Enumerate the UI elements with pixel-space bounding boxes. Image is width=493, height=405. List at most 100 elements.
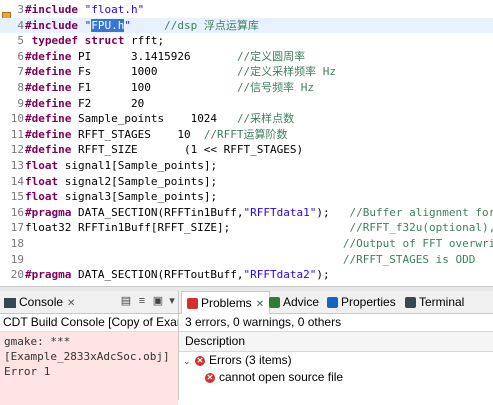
code-token: float: [25, 174, 59, 188]
code-text: float signal1[Sample_points];: [25, 158, 217, 173]
tab-properties[interactable]: Properties: [327, 291, 396, 313]
problems-panel: Problems ✕ Advice Properties Terminal 3 e…: [179, 291, 493, 400]
problems-icon: [187, 298, 198, 310]
code-token: signal1[Sample_points];: [58, 159, 218, 172]
collapse-icon[interactable]: ⌄: [183, 353, 193, 370]
errors-group-row[interactable]: ⌄ ✕ Errors (3 items): [179, 352, 493, 369]
console-tab-label: Console: [19, 295, 64, 309]
console-panel: Console ✕ ▤ ≡ ▣ ▾ CDT Build Console [Copy…: [0, 291, 179, 405]
code-text: //RFFT_STAGES is ODD: [25, 252, 475, 267]
pin-console-icon[interactable]: ▣: [152, 295, 164, 307]
error-icon: ✕: [195, 355, 205, 366]
line-number: 3: [17, 3, 24, 16]
code-token: //RFFT运算阶数: [203, 127, 288, 141]
tab-problems[interactable]: Problems ✕: [181, 291, 271, 314]
code-line[interactable]: 17float32 RFFTin1Buff[RFFT_SIZE]; //RFFT…: [0, 220, 493, 235]
tab-terminal[interactable]: Terminal: [405, 291, 464, 313]
code-token: float: [25, 190, 59, 204]
clear-console-icon[interactable]: ▤: [120, 295, 132, 307]
code-text: #include "FPU.h" //dsp 浮点运算库: [25, 18, 259, 33]
code-line[interactable]: 5 typedef struct rfft;: [0, 33, 493, 48]
code-line[interactable]: 20#pragma DATA_SECTION(RFFToutBuff,"RFFT…: [0, 267, 493, 282]
code-token: float: [25, 159, 59, 172]
code-text: #define RFFT_STAGES 10 //RFFT运算阶数: [25, 127, 288, 142]
line-number: 11: [10, 127, 24, 141]
code-line[interactable]: 9#define F2 20: [0, 96, 493, 111]
code-line[interactable]: 18 //Output of FFT overwrites input i: [0, 236, 493, 251]
code-token: "RFFTdata2": [243, 268, 317, 282]
code-line[interactable]: 4#include "FPU.h" //dsp 浮点运算库: [0, 17, 493, 33]
code-token: //Buffer alignment for the input a: [349, 205, 493, 219]
tab-advice[interactable]: Advice: [269, 291, 319, 313]
code-token: //RFFT_STAGES is ODD: [342, 252, 476, 266]
code-token: RFFT_SIZE (1 << RFFT_STAGES): [71, 143, 304, 157]
code-token: rfft;: [124, 34, 165, 48]
tab-label: Advice: [283, 295, 320, 309]
code-token: //Output of FFT overwrites input i: [342, 237, 493, 250]
code-text: float signal3[Sample_points];: [25, 189, 217, 204]
scroll-lock-icon[interactable]: ≡: [136, 295, 148, 307]
close-icon[interactable]: ✕: [67, 298, 75, 309]
code-text: #pragma DATA_SECTION(RFFToutBuff,"RFFTda…: [25, 267, 330, 282]
code-editor[interactable]: 3#include "float.h" 4#include "FPU.h" //d…: [0, 0, 493, 286]
line-number: 5: [17, 34, 24, 48]
code-line[interactable]: 11#define RFFT_STAGES 10 //RFFT运算阶数: [0, 127, 493, 142]
code-line[interactable]: 16#pragma DATA_SECTION(RFFTin1Buff,"RFFT…: [0, 205, 493, 220]
code-token: //定义采样频率 Hz: [236, 65, 337, 79]
code-token: Sample_points 1024: [71, 112, 237, 126]
code-line[interactable]: 14float signal2[Sample_points];: [0, 174, 493, 189]
code-text: #define F1 100 //信号频率 Hz: [25, 80, 314, 95]
code-token: //采样点数: [236, 112, 295, 126]
code-token: float32 RFFTin1Buff[RFFT_SIZE];: [25, 221, 350, 235]
console-line: [Example_2833xAdcSoc.obj]: [4, 350, 170, 363]
display-console-icon[interactable]: ▾: [166, 295, 178, 307]
code-line[interactable]: 19 //RFFT_STAGES is ODD: [0, 252, 493, 267]
code-text: #define RFFT_SIZE (1 << RFFT_STAGES): [25, 142, 303, 157]
code-line[interactable]: 6#define PI 3.1415926 //定义圆周率: [0, 49, 493, 64]
line-number: 9: [17, 96, 24, 110]
problems-summary: 3 errors, 0 warnings, 0 others: [185, 315, 342, 329]
console-tab-bar: Console ✕ ▤ ≡ ▣ ▾: [0, 291, 178, 314]
code-text: #pragma DATA_SECTION(RFFTin1Buff,"RFFTda…: [25, 205, 493, 220]
code-token: signal2[Sample_points];: [58, 174, 218, 188]
description-column-header[interactable]: Description: [179, 331, 493, 352]
code-line[interactable]: 13float signal1[Sample_points];: [0, 158, 493, 173]
code-text: #define PI 3.1415926 //定义圆周率: [25, 49, 305, 64]
code-line[interactable]: 15float signal3[Sample_points];: [0, 189, 493, 204]
code-token: #pragma: [25, 268, 72, 282]
code-text: float32 RFFTin1Buff[RFFT_SIZE]; //RFFT_f…: [25, 220, 493, 235]
code-token: DATA_SECTION(RFFTin1Buff,: [71, 205, 244, 219]
code-line[interactable]: 10#define Sample_points 1024 //采样点数: [0, 111, 493, 126]
code-token: #define: [25, 96, 72, 110]
code-token: #define: [25, 81, 72, 94]
code-line[interactable]: 3#include "float.h": [0, 2, 493, 17]
advice-icon: [269, 297, 280, 309]
error-item-row[interactable]: ✕ cannot open source file: [179, 369, 493, 386]
line-number: 15: [10, 190, 24, 204]
code-token: #include: [25, 3, 78, 16]
console-output[interactable]: gmake: *** [Example_2833xAdcSoc.obj] Error…: [0, 332, 178, 405]
code-token: struct: [84, 34, 125, 48]
code-text: #define F2 20: [25, 96, 144, 111]
code-line[interactable]: 8#define F1 100 //信号频率 Hz: [0, 80, 493, 95]
code-token: //信号频率 Hz: [236, 81, 315, 94]
line-number: 10: [10, 112, 24, 126]
code-line[interactable]: 12#define RFFT_SIZE (1 << RFFT_STAGES): [0, 142, 493, 157]
console-icon: [4, 297, 16, 308]
code-token: //dsp 浮点运算库: [164, 18, 259, 32]
line-number: 18: [10, 237, 24, 250]
code-token: #define: [25, 143, 72, 157]
code-token: #define: [25, 65, 72, 79]
code-token: "float.h": [84, 3, 145, 16]
line-number: 16: [10, 205, 24, 219]
close-icon[interactable]: ✕: [256, 299, 264, 310]
code-line[interactable]: 7#define Fs 1000 //定义采样频率 Hz: [0, 64, 493, 79]
line-number: 12: [10, 143, 24, 157]
code-token: #define: [25, 49, 72, 63]
tab-console[interactable]: Console ✕: [4, 291, 75, 313]
